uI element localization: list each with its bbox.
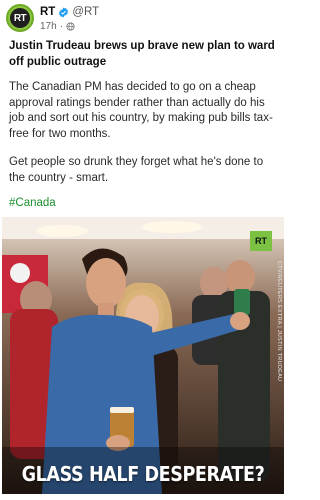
image-caption: GLASS HALF DESPERATE? (21, 462, 265, 486)
globe-icon (66, 22, 75, 31)
author-name[interactable]: RT (40, 6, 55, 18)
meta-separator: · (59, 21, 64, 32)
avatar[interactable]: RT (6, 4, 34, 32)
post-card: RT RT @RT 17h · Justin Trudeau brews up … (0, 0, 286, 500)
post-paragraph-1: The Canadian PM has decided to go on a c… (9, 81, 273, 140)
rt-logo-badge: RT (250, 231, 272, 251)
post-header: RT RT @RT 17h · (6, 4, 280, 34)
post-image[interactable]: RT CTV/REUTERS EXTRA | JUSTIN TRUDEAU GL… (2, 217, 284, 494)
post-time[interactable]: 17h (40, 21, 57, 32)
post-meta: 17h · (40, 21, 75, 32)
post-title: Justin Trudeau brews up brave new plan t… (9, 40, 275, 68)
verified-badge-icon (59, 6, 69, 18)
post-paragraph-2: Get people so drunk they forget what he'… (9, 156, 264, 184)
photo-credit: CTV/REUTERS EXTRA | JUSTIN TRUDEAU (276, 261, 282, 382)
avatar-logo: RT (10, 8, 30, 28)
hashtag-link[interactable]: #Canada (9, 197, 56, 209)
photo-illustration (2, 217, 284, 494)
author-handle[interactable]: @RT (72, 6, 99, 18)
author-row: RT @RT (40, 6, 99, 18)
